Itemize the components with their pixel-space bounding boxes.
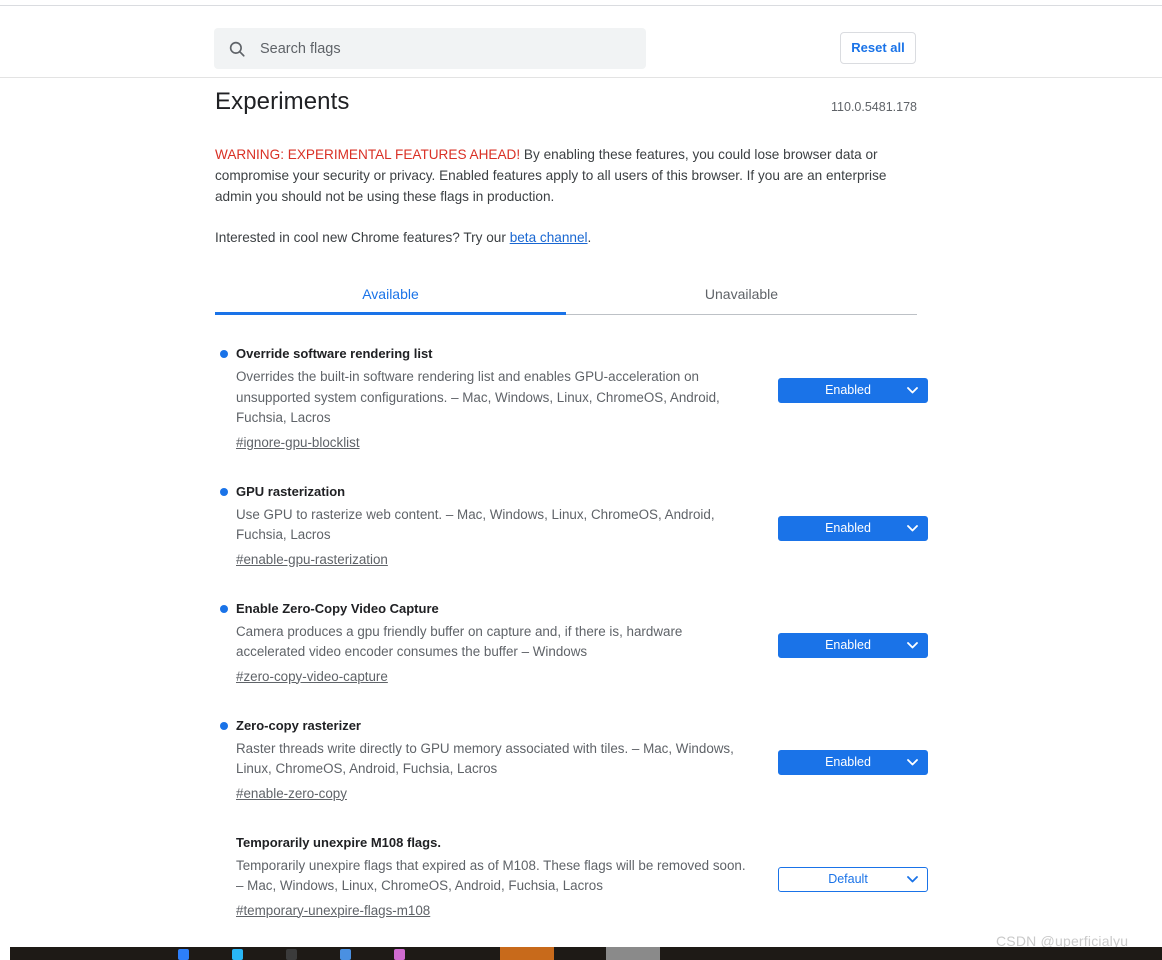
tab-available-label: Available: [362, 286, 419, 302]
flag-modified-dot-icon: [220, 350, 228, 358]
flag-title: Override software rendering list: [215, 345, 761, 362]
flag-row: GPU rasterization Use GPU to rasterize we…: [215, 483, 928, 570]
flag-anchor-wrapper: #enable-gpu-rasterization: [215, 546, 761, 570]
tab-unavailable[interactable]: Unavailable: [566, 274, 917, 314]
content-column: Experiments 110.0.5481.178 WARNING: EXPE…: [215, 88, 928, 960]
flag-row: Temporarily unexpire M108 flags. Temporar…: [215, 834, 928, 921]
beta-note-prefix: Interested in cool new Chrome features? …: [215, 230, 510, 245]
flag-state-select[interactable]: DefaultEnabledDisabled: [778, 515, 928, 541]
flag-description: Raster threads write directly to GPU mem…: [236, 740, 734, 777]
beta-note-suffix: .: [587, 230, 592, 245]
flag-row: Enable Zero-Copy Video Capture Camera pro…: [215, 600, 928, 687]
beta-channel-note: Interested in cool new Chrome features? …: [215, 227, 917, 248]
flag-title: Temporarily unexpire M108 flags.: [215, 834, 761, 851]
flag-state-select[interactable]: DefaultEnabledDisabled: [778, 378, 928, 403]
flag-state-select[interactable]: DefaultEnabledDisabled: [778, 866, 928, 892]
tab-unavailable-label: Unavailable: [704, 286, 779, 302]
flag-title: GPU rasterization: [215, 483, 761, 500]
experimental-warning: WARNING: EXPERIMENTAL FEATURES AHEAD! By…: [215, 144, 909, 207]
flag-modified-dot-icon: [220, 721, 228, 730]
chrome-version-label: 110.0.5481.178: [831, 100, 917, 114]
flag-control: DefaultEnabledDisabled: [778, 749, 928, 775]
flag-description: Use GPU to rasterize web content. – Mac,…: [236, 506, 715, 543]
flag-info: Override software rendering list Override…: [215, 345, 761, 453]
flag-anchor-wrapper: #zero-copy-video-capture: [215, 663, 761, 687]
flag-permalink[interactable]: #enable-gpu-rasterization: [215, 550, 388, 570]
os-taskbar[interactable]: [10, 947, 1162, 960]
flag-description: Camera produces a gpu friendly buffer on…: [236, 623, 683, 660]
flag-anchor-wrapper: #enable-zero-copy: [215, 780, 761, 804]
flag-list: Override software rendering list Override…: [215, 345, 928, 960]
title-row: Experiments 110.0.5481.178: [215, 88, 917, 128]
flag-anchor-wrapper: #temporary-unexpire-flags-m108: [215, 897, 761, 921]
flag-state-select[interactable]: DefaultEnabledDisabled: [778, 749, 928, 775]
tab-available[interactable]: Available: [215, 274, 566, 315]
flag-state-select[interactable]: DefaultEnabledDisabled: [778, 632, 928, 658]
flag-permalink[interactable]: #ignore-gpu-blocklist: [215, 433, 360, 453]
flag-title-text: Enable Zero-Copy Video Capture: [236, 600, 439, 616]
flag-title-text: GPU rasterization: [236, 483, 346, 499]
flag-row: Override software rendering list Override…: [215, 345, 928, 453]
taskbar-tile-preview[interactable]: [606, 947, 660, 960]
flag-title-text: Zero-copy rasterizer: [236, 717, 361, 733]
flag-permalink[interactable]: #enable-zero-copy: [215, 784, 347, 804]
flags-tabs: Available Unavailable: [215, 274, 917, 315]
flag-modified-dot-icon: [220, 487, 228, 496]
taskbar-icon-3[interactable]: [286, 949, 297, 960]
search-box[interactable]: [214, 28, 646, 69]
flag-title-text: Temporarily unexpire M108 flags.: [236, 834, 441, 850]
chrome-flags-page: Reset all Experiments 110.0.5481.178 WAR…: [0, 0, 1162, 960]
flag-control: DefaultEnabledDisabled: [778, 515, 928, 541]
flag-description: Temporarily unexpire flags that expired …: [236, 857, 746, 894]
flag-description: Overrides the built-in software renderin…: [236, 369, 720, 425]
flags-content: Experiments 110.0.5481.178 WARNING: EXPE…: [0, 78, 1162, 960]
tab-active-indicator: [215, 312, 566, 315]
taskbar-icon-2[interactable]: [232, 949, 243, 960]
flag-title: Enable Zero-Copy Video Capture: [215, 600, 761, 617]
flag-title: Zero-copy rasterizer: [215, 717, 761, 734]
reset-all-button[interactable]: Reset all: [840, 32, 916, 64]
flag-control: DefaultEnabledDisabled: [778, 378, 928, 403]
flag-info: GPU rasterization Use GPU to rasterize we…: [215, 483, 761, 570]
flag-title-text: Override software rendering list: [236, 346, 433, 361]
search-icon: [229, 41, 245, 57]
flag-info: Temporarily unexpire M108 flags. Temporar…: [215, 834, 761, 921]
flag-permalink[interactable]: #temporary-unexpire-flags-m108: [215, 901, 430, 921]
search-input[interactable]: [260, 40, 632, 57]
taskbar-tile-active[interactable]: [500, 947, 554, 960]
flag-info: Enable Zero-Copy Video Capture Camera pro…: [215, 600, 761, 687]
flag-anchor-wrapper: #ignore-gpu-blocklist: [215, 429, 761, 453]
flag-info: Zero-copy rasterizer Raster threads write…: [215, 717, 761, 804]
flags-search-header: Reset all: [0, 6, 1162, 78]
flag-modified-dot-icon: [220, 604, 228, 613]
taskbar-icon-4[interactable]: [340, 949, 351, 960]
flag-control: DefaultEnabledDisabled: [778, 866, 928, 892]
flag-permalink[interactable]: #zero-copy-video-capture: [215, 667, 388, 687]
page-title: Experiments: [215, 88, 350, 115]
warning-lead-text: WARNING: EXPERIMENTAL FEATURES AHEAD!: [215, 147, 521, 162]
taskbar-icon-1[interactable]: [178, 949, 189, 960]
flag-row: Zero-copy rasterizer Raster threads write…: [215, 717, 928, 804]
beta-channel-link[interactable]: beta channel: [510, 230, 588, 245]
flag-control: DefaultEnabledDisabled: [778, 632, 928, 658]
taskbar-icon-5[interactable]: [394, 949, 405, 960]
